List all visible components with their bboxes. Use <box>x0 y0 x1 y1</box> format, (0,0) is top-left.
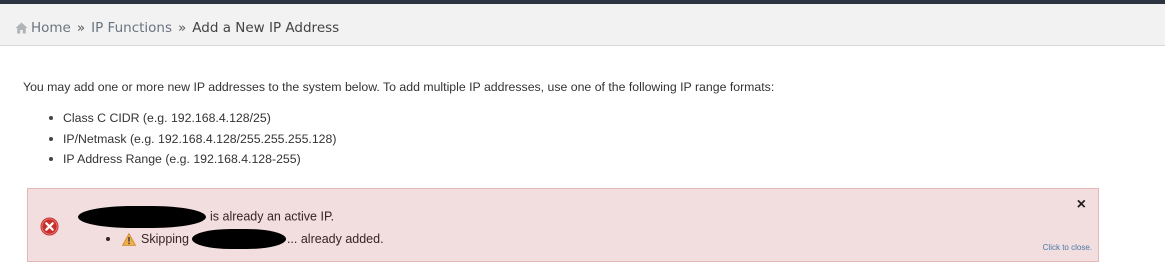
alert-already-added-text: ... already added. <box>286 232 384 246</box>
list-item: IP/Netmask (e.g. 192.168.4.128/255.255.2… <box>49 131 336 152</box>
breadcrumb: Home » IP Functions » Add a New IP Addre… <box>15 19 339 37</box>
bullet <box>106 237 110 241</box>
redacted-ip <box>78 206 206 228</box>
breadcrumb-separator: » <box>76 20 86 36</box>
alert-message-line1: is already an active IP. <box>78 206 335 228</box>
intro-text: You may add one or more new IP addresses… <box>23 80 775 94</box>
close-icon[interactable]: × <box>1077 197 1086 213</box>
list-item: IP Address Range (e.g. 192.168.4.128-255… <box>49 151 336 172</box>
home-icon <box>15 22 28 34</box>
alert-skipping-text: Skipping <box>141 232 189 246</box>
error-icon <box>40 217 59 236</box>
breadcrumb-home-link[interactable]: Home <box>31 19 71 37</box>
list-item: Class C CIDR (e.g. 192.168.4.128/25) <box>49 110 336 131</box>
click-to-close-link[interactable]: Click to close. <box>1043 243 1092 252</box>
breadcrumb-bar: Home » IP Functions » Add a New IP Addre… <box>0 4 1165 46</box>
breadcrumb-ip-functions-link[interactable]: IP Functions <box>91 19 172 37</box>
warning-icon <box>122 232 136 246</box>
error-alert[interactable]: is already an active IP. Skipping ... al… <box>27 188 1099 262</box>
redacted-ip <box>191 229 286 249</box>
alert-message-line2: Skipping ... already added. <box>106 229 384 249</box>
alert-message-text: is already an active IP. <box>210 209 335 224</box>
breadcrumb-current: Add a New IP Address <box>192 20 340 36</box>
range-format-list: Class C CIDR (e.g. 192.168.4.128/25) IP/… <box>49 110 336 172</box>
breadcrumb-separator: » <box>178 20 187 36</box>
